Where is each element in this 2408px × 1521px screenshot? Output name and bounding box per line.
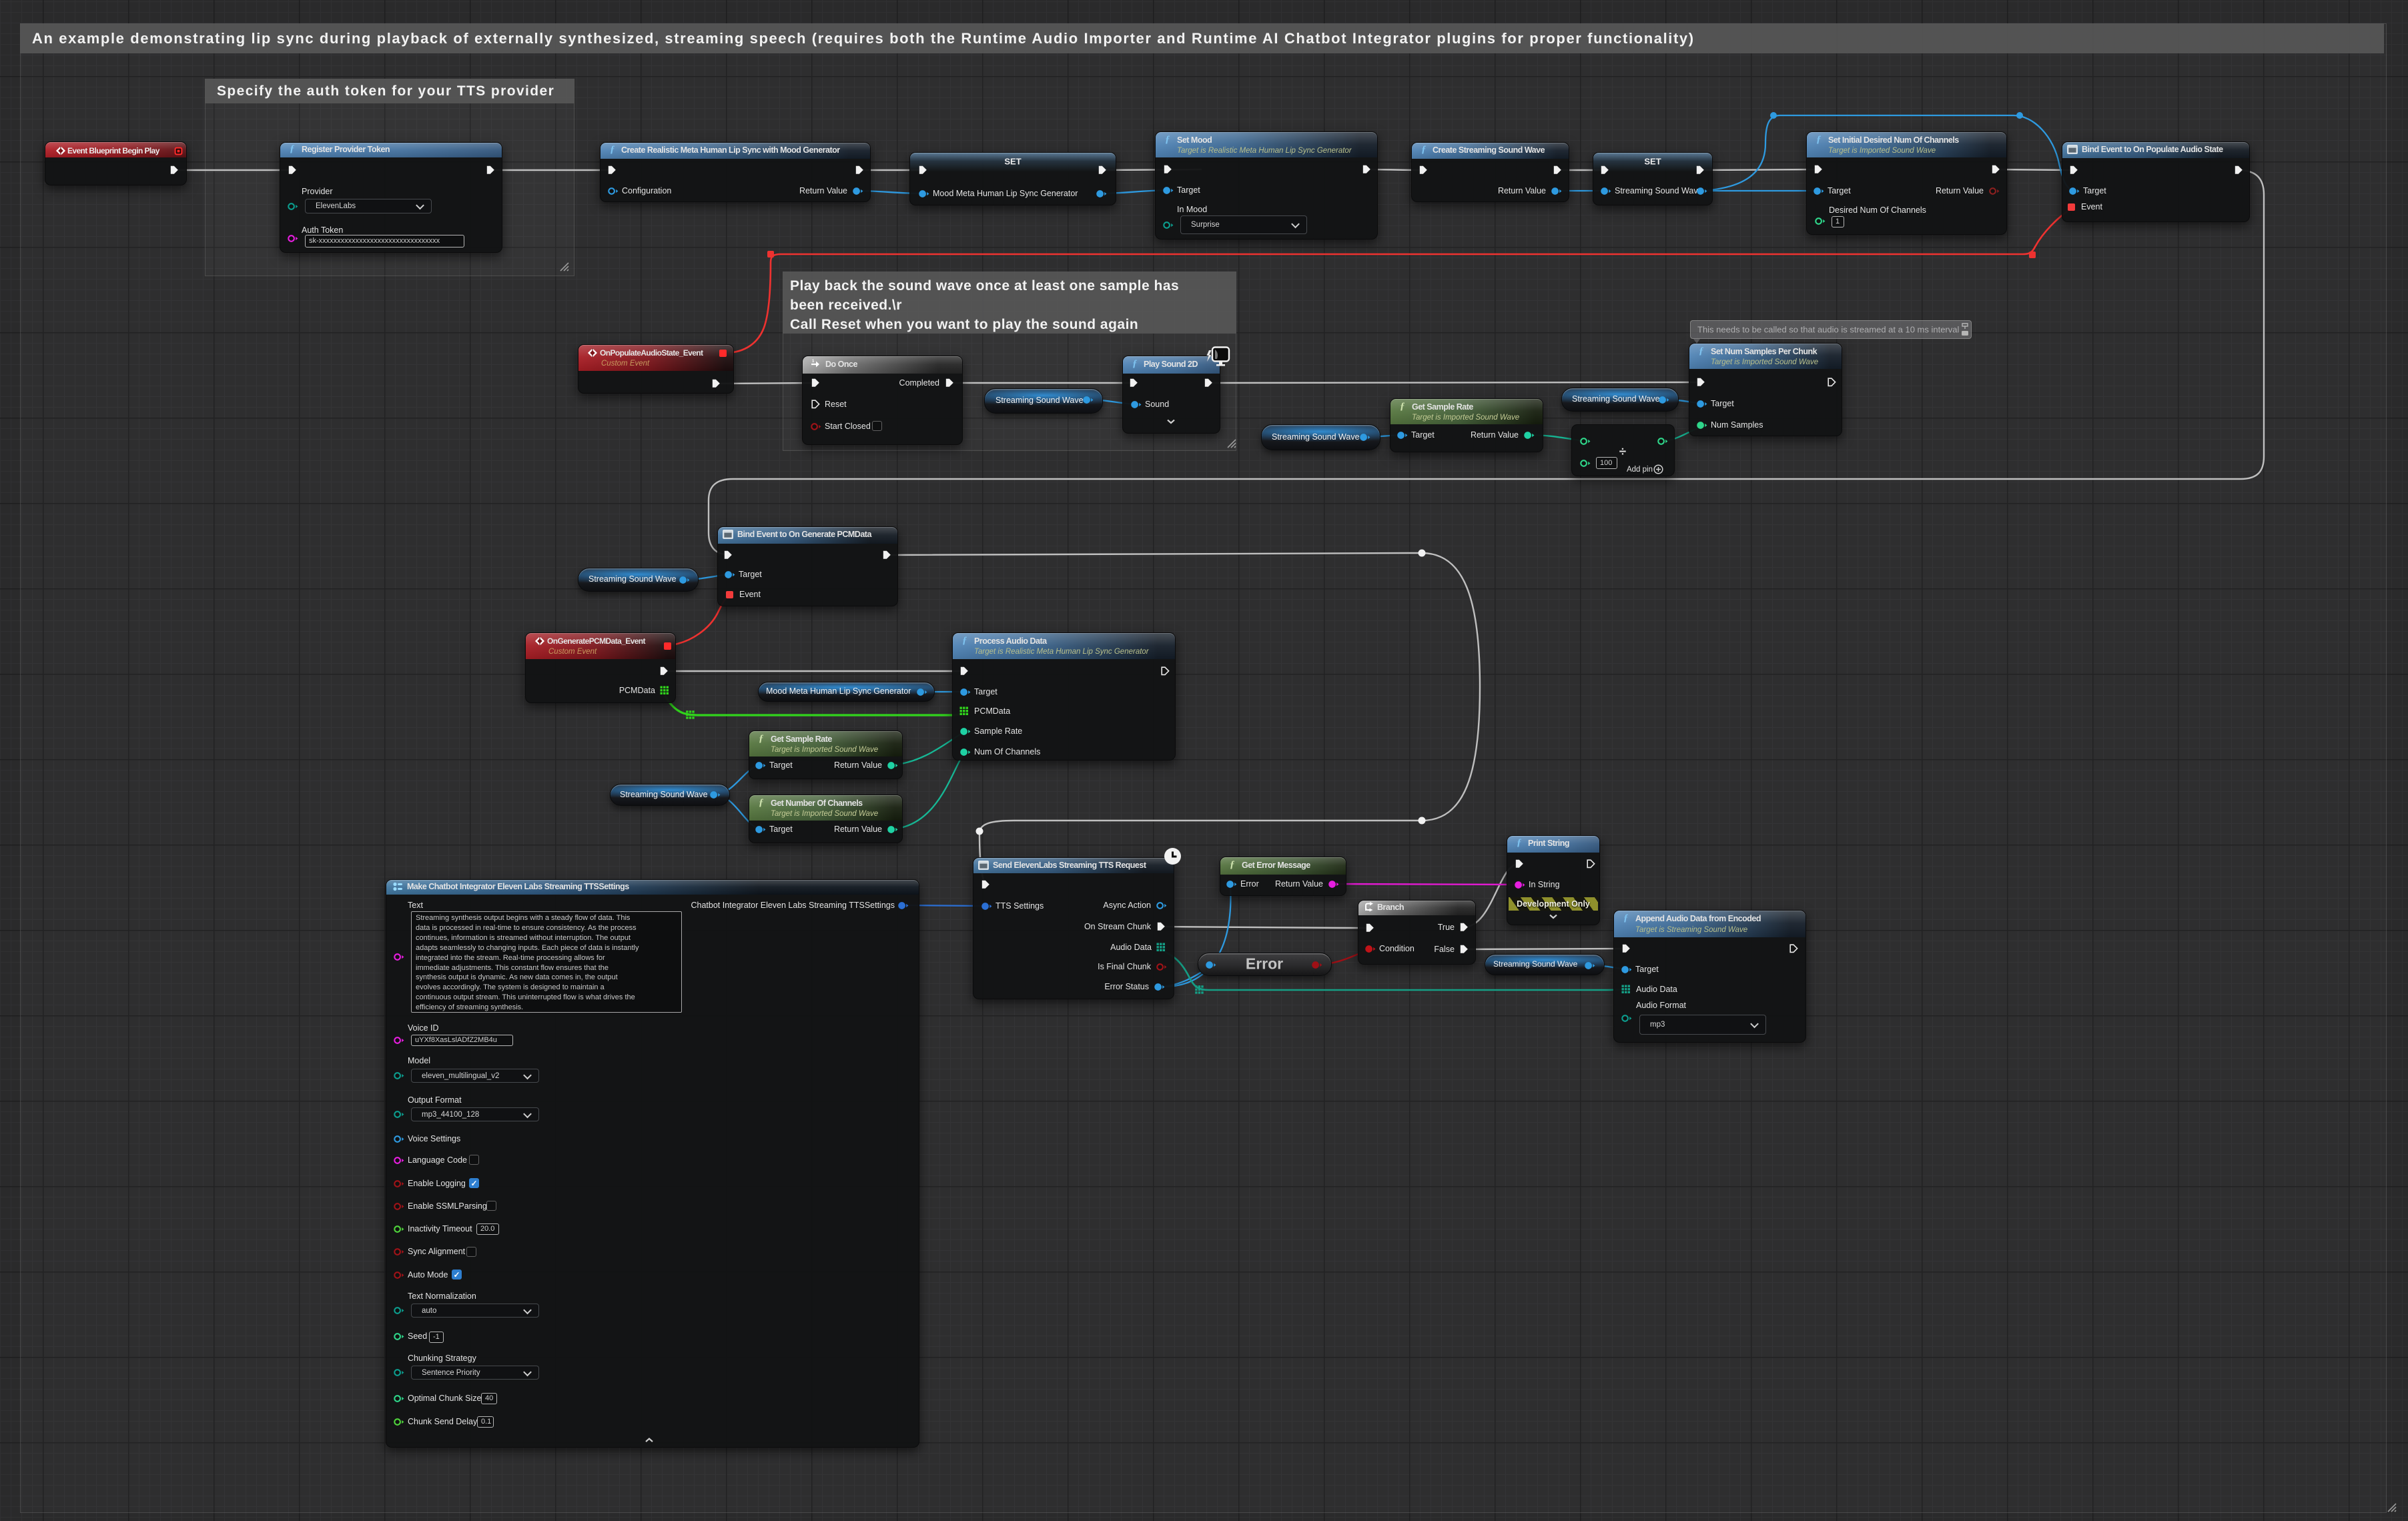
svg-text:1: 1	[812, 360, 815, 364]
